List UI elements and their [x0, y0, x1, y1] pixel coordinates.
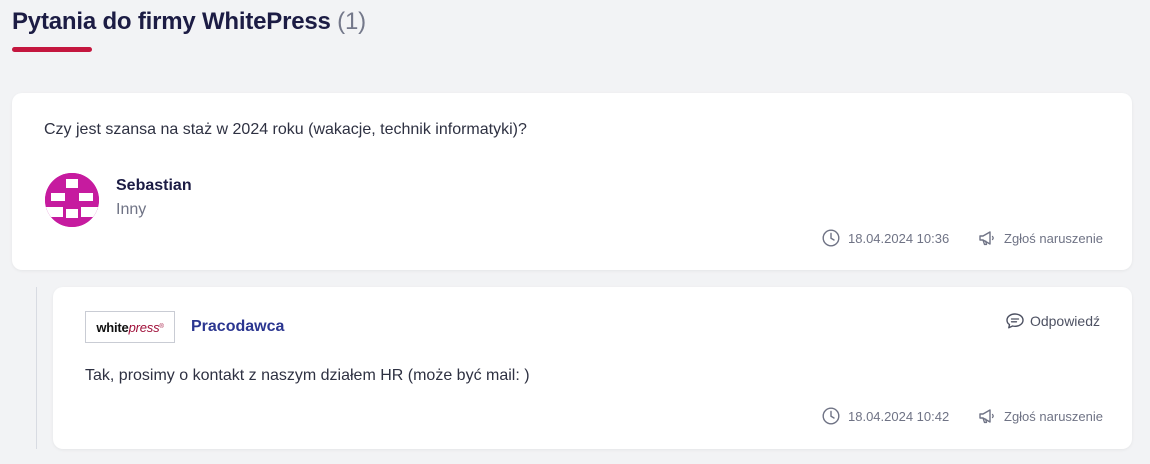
reply-button[interactable]: Odpowiedź	[1005, 312, 1100, 330]
answer-card: white press ® Pracodawca Odpowiedź Tak, pr…	[53, 287, 1132, 449]
logo-bold: white	[96, 319, 129, 335]
title-underline	[12, 47, 92, 52]
megaphone-icon	[978, 229, 996, 247]
question-timestamp: 18.04.2024 10:36	[822, 229, 949, 247]
thread-line	[36, 287, 37, 449]
report-violation-label: Zgłoś naruszenie	[1004, 408, 1103, 424]
employer-label: Pracodawca	[191, 318, 285, 335]
clock-icon	[822, 229, 840, 247]
report-violation-button[interactable]: Zgłoś naruszenie	[978, 407, 1103, 425]
logo-italic: press	[128, 319, 160, 335]
chat-bubble-icon	[1005, 312, 1025, 330]
author-name: Sebastian	[116, 177, 192, 194]
reply-button-label: Odpowiedź	[1029, 313, 1100, 329]
question-timestamp-text: 18.04.2024 10:36	[848, 230, 950, 246]
question-text: Czy jest szansa na staż w 2024 roku (wak…	[44, 121, 527, 138]
avatar-pattern-icon	[45, 173, 99, 227]
avatar	[45, 173, 99, 227]
answer-text: Tak, prosimy o kontakt z naszym działem …	[85, 367, 530, 384]
answer-timestamp: 18.04.2024 10:42	[822, 407, 949, 425]
report-violation-button[interactable]: Zgłoś naruszenie	[978, 229, 1103, 247]
page-title: Pytania do firmy WhitePress (1)	[12, 8, 366, 36]
author-role: Inny	[116, 201, 147, 218]
page-header: Pytania do firmy WhitePress (1)	[12, 8, 366, 36]
question-card: Czy jest szansa na staż w 2024 roku (wak…	[12, 93, 1132, 270]
answer-timestamp-text: 18.04.2024 10:42	[848, 408, 950, 424]
page-title-text: Pytania do firmy WhitePress	[12, 8, 331, 35]
company-logo: white press ®	[85, 311, 175, 343]
question-count: (1)	[337, 8, 366, 35]
megaphone-icon	[978, 407, 996, 425]
report-violation-label: Zgłoś naruszenie	[1004, 230, 1103, 246]
logo-mark: ®	[159, 324, 164, 330]
clock-icon	[822, 407, 840, 425]
